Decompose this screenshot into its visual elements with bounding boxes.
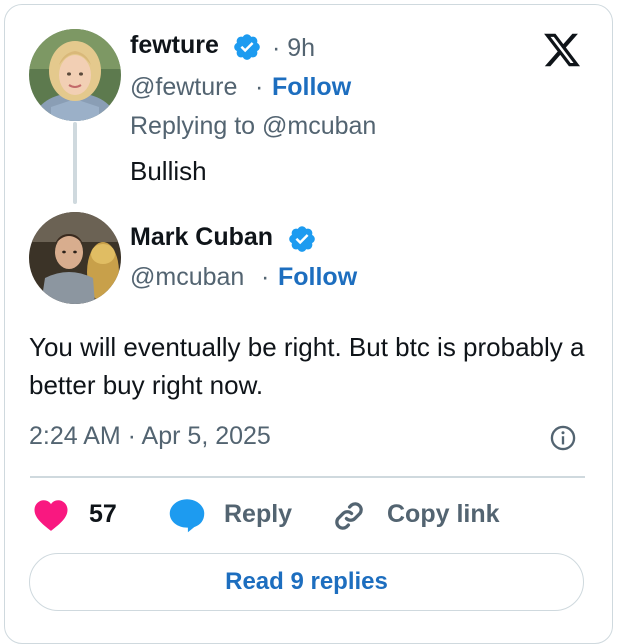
mcuban-tweet-text: You will eventually be right. But btc is…	[29, 332, 585, 400]
thread-connector-line	[73, 122, 77, 204]
fewture-follow-link[interactable]: Follow	[272, 73, 351, 102]
fewture-handle[interactable]: @fewture	[130, 73, 237, 102]
separator-dot: ·	[261, 263, 270, 291]
read-replies-label: Read 9 replies	[225, 568, 388, 595]
divider	[30, 476, 585, 478]
link-icon[interactable]	[331, 498, 367, 534]
fewture-tweet-text: Bullish	[130, 156, 207, 186]
reply-bubble-icon[interactable]	[167, 497, 207, 533]
fewture-avatar[interactable]	[29, 29, 121, 121]
fewture-time[interactable]: · 9h	[272, 34, 315, 63]
tweet-timestamp[interactable]: 2:24 AM · Apr 5, 2025	[29, 422, 271, 451]
replying-to-label[interactable]: Replying to @mcuban	[130, 112, 376, 141]
mcuban-display-name[interactable]: Mark Cuban	[130, 223, 273, 252]
like-count[interactable]: 57	[89, 500, 117, 529]
read-replies-button[interactable]: Read 9 replies	[29, 553, 584, 611]
separator-dot: ·	[255, 73, 264, 101]
mcuban-follow-link[interactable]: Follow	[278, 263, 357, 292]
x-logo-icon[interactable]	[542, 30, 582, 70]
info-icon[interactable]	[549, 424, 577, 452]
mcuban-handle[interactable]: @mcuban	[130, 263, 244, 292]
mcuban-avatar[interactable]	[29, 212, 121, 304]
verified-badge-icon	[234, 34, 260, 60]
copy-link-button[interactable]: Copy link	[387, 500, 500, 529]
heart-icon[interactable]	[33, 498, 69, 532]
reply-button[interactable]: Reply	[224, 500, 292, 529]
verified-badge-icon	[289, 226, 315, 252]
fewture-display-name[interactable]: fewture	[130, 31, 219, 60]
